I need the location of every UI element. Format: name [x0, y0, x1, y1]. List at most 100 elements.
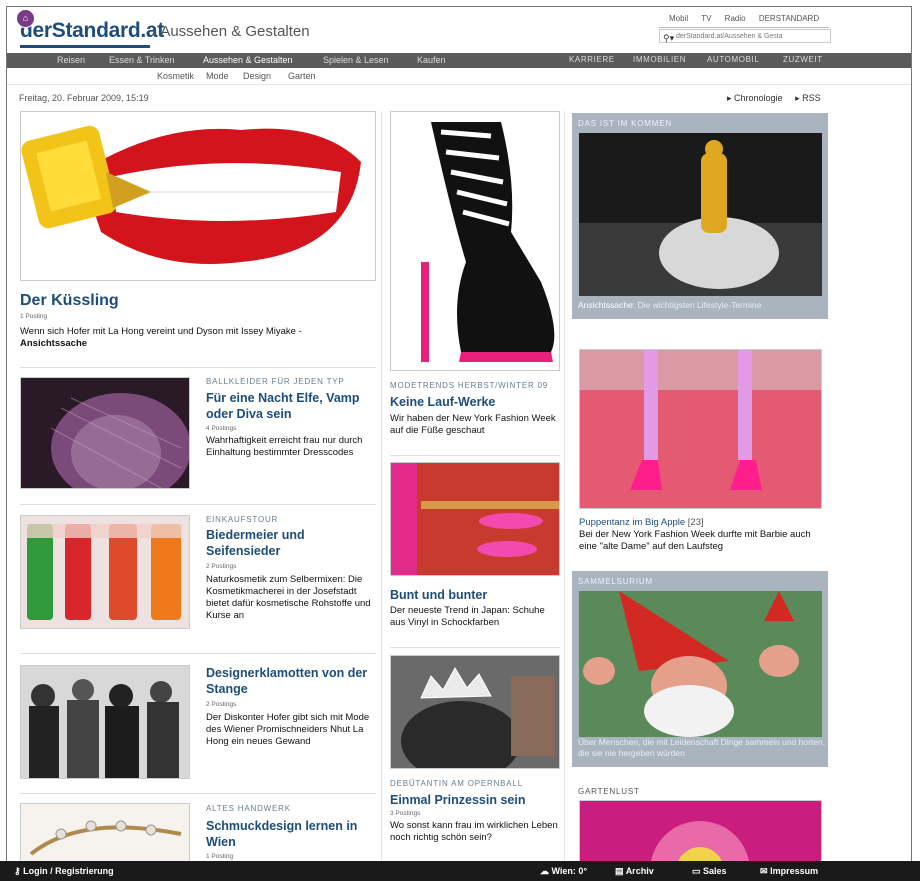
tiara-image [391, 656, 559, 768]
lead-image[interactable] [20, 111, 376, 281]
nav-item-essen[interactable]: Essen & Trinken [109, 55, 175, 65]
search-icon[interactable]: ⚲▾ [663, 31, 674, 45]
postings-schmuckdesign[interactable]: 1 Posting [206, 853, 233, 860]
vinyl-shoes-image[interactable] [390, 462, 560, 576]
divider [20, 653, 376, 654]
puppentanz-image[interactable] [579, 349, 822, 509]
postings-ballkleid[interactable]: 4 Postings [206, 425, 236, 432]
sub-nav: Kosmetik Mode Design Garten [7, 68, 911, 85]
gartenlust-image[interactable] [579, 800, 822, 870]
pearls-image [21, 804, 189, 862]
nav-item-karriere[interactable]: KARRIERE [569, 55, 615, 64]
headline-prinzessin[interactable]: Einmal Prinzessin sein [390, 792, 560, 808]
kicker-modetrends: MODETRENDS HERBST/WINTER 09 [390, 381, 549, 390]
ballkleid-image[interactable] [20, 377, 190, 489]
divider [20, 793, 376, 794]
mail-icon: ✉ [760, 866, 768, 876]
subnav-garten[interactable]: Garten [288, 71, 316, 81]
seifen-image[interactable] [20, 515, 190, 629]
postings-designerklamotten[interactable]: 2 Postings [206, 701, 236, 708]
gnome-image[interactable] [579, 591, 822, 737]
top-link-derstandard[interactable]: DERSTANDARD [759, 14, 819, 23]
caption-im-kommen: Ansichtssache: Die wichtigsten Lifestyle… [578, 300, 826, 311]
lead-postings[interactable]: 1 Posting [20, 313, 47, 320]
lead-teaser: Wenn sich Hofer mit La Hong vereint und … [20, 326, 375, 350]
barbie-legs-image [580, 350, 821, 508]
pink-shoes-image [391, 463, 559, 575]
nav-item-reisen[interactable]: Reisen [57, 55, 85, 65]
divider [20, 367, 376, 368]
postings-seifensieder[interactable]: 2 Postings [206, 563, 236, 570]
teaser-prinzessin: Wo sonst kann frau im wirklichen Leben n… [390, 820, 558, 843]
label-im-kommen: DAS IST IM KOMMEN [578, 119, 672, 128]
kicker-debuetantin: DEBÜTANTIN AM OPERNBALL [390, 779, 523, 788]
subnav-design[interactable]: Design [243, 71, 271, 81]
home-icon[interactable]: ⌂ [16, 9, 35, 28]
rss-link[interactable]: ▸ RSS [795, 93, 821, 103]
headline-ballkleid[interactable]: Für eine Nacht Elfe, Vamp oder Diva sein [206, 390, 376, 422]
weather-label: Wien: 0° [551, 866, 588, 876]
login-link[interactable]: ⚷ Login / Registrierung [14, 866, 114, 877]
nav-item-kaufen[interactable]: Kaufen [417, 55, 446, 65]
sales-icon: ▭ [692, 866, 701, 876]
archive-icon: ▤ [615, 866, 624, 876]
lead-teaser-text: Wenn sich Hofer mit La Hong vereint und … [20, 326, 302, 337]
chronologie-link[interactable]: ▸ Chronologie [727, 93, 783, 103]
count-puppentanz[interactable]: [23] [688, 517, 704, 528]
dateline: Freitag, 20. Februar 2009, 15:19 [19, 93, 149, 103]
nav-item-immobilien[interactable]: IMMOBILIEN [633, 55, 686, 64]
postings-prinzessin[interactable]: 3 Postings [390, 810, 420, 817]
nav-item-spielen[interactable]: Spielen & Lesen [323, 55, 389, 65]
weather-link[interactable]: ☁ Wien: 0° [540, 866, 587, 877]
shoe-image[interactable] [390, 111, 560, 371]
subnav-kosmetik[interactable]: Kosmetik [157, 71, 194, 81]
headline-schmuckdesign[interactable]: Schmuckdesign lernen in Wien [206, 818, 376, 850]
divider [390, 455, 560, 456]
caption-im-kommen-text: Die wichtigsten Lifestyle-Termine [635, 300, 762, 310]
zebra-heel-image [391, 112, 559, 370]
headline-seifensieder[interactable]: Biedermeier und Seifensieder [206, 527, 376, 559]
top-links: Mobil TV Radio DERSTANDARD [669, 14, 826, 23]
search-input[interactable]: ⚲▾ derStandard.at/Aussehen & Gesta [659, 29, 831, 43]
schmuck-image[interactable] [20, 803, 190, 863]
group-photo-image [21, 666, 189, 778]
feed-links: ▸ Chronologie ▸ RSS [717, 93, 821, 104]
subnav-mode[interactable]: Mode [206, 71, 229, 81]
nav-item-zuzweit[interactable]: ZUZWEIT [783, 55, 823, 64]
archiv-link[interactable]: ▤ Archiv [615, 866, 654, 877]
teaser-seifensieder: Naturkosmetik zum Selbermixen: Die Kosme… [206, 574, 371, 621]
lead-teaser-link[interactable]: Ansichtssache [20, 338, 87, 349]
top-link-mobil[interactable]: Mobil [669, 14, 688, 23]
sales-link[interactable]: ▭ Sales [692, 866, 727, 877]
lead-headline[interactable]: Der Küssling [20, 293, 119, 309]
kicker-handwerk: ALTES HANDWERK [206, 804, 291, 813]
main-nav: Reisen Essen & Trinken Aussehen & Gestal… [7, 53, 911, 68]
site-logo[interactable]: derStandard.at [20, 19, 164, 43]
caption-sammelsurium: Über Menschen, die mit Leidenschaft Ding… [578, 737, 826, 758]
archiv-label: Archiv [625, 866, 654, 876]
key-icon: ⚷ [14, 866, 21, 876]
column-divider [381, 111, 382, 871]
top-divider [659, 27, 829, 28]
footer-bar: ⚷ Login / Registrierung ☁ Wien: 0° ▤ Arc… [0, 861, 920, 881]
top-link-radio[interactable]: Radio [725, 14, 746, 23]
sales-label: Sales [703, 866, 727, 876]
headline-bunt[interactable]: Bunt und bunter [390, 587, 560, 603]
designer-image[interactable] [20, 665, 190, 779]
nav-item-aussehen[interactable]: Aussehen & Gestalten [203, 55, 293, 65]
cloud-icon: ☁ [540, 866, 549, 876]
headline-lauf-werke[interactable]: Keine Lauf-Werke [390, 394, 560, 410]
teaser-ballkleid: Wahrhaftigkeit erreicht frau nur durch E… [206, 435, 363, 458]
kicker-ballkleid: BALLKLEIDER FÜR JEDEN TYP [206, 377, 345, 386]
oscar-image[interactable] [579, 133, 822, 296]
caption-im-kommen-bold[interactable]: Ansichtssache: [578, 300, 635, 310]
headline-designerklamotten[interactable]: Designerklamotten von der Stange [206, 665, 376, 697]
section-title[interactable]: › Aussehen & Gestalten [152, 23, 310, 40]
headline-puppentanz[interactable]: Puppentanz im Big Apple [579, 517, 685, 528]
top-link-tv[interactable]: TV [701, 14, 711, 23]
nav-item-automobil[interactable]: AUTOMOBIL [707, 55, 759, 64]
impressum-link[interactable]: ✉ Impressum [760, 866, 818, 877]
header: derStandard.at › Aussehen & Gestalten Mo… [7, 7, 911, 52]
page-frame: derStandard.at › Aussehen & Gestalten Mo… [6, 6, 912, 881]
prinzessin-image[interactable] [390, 655, 560, 769]
